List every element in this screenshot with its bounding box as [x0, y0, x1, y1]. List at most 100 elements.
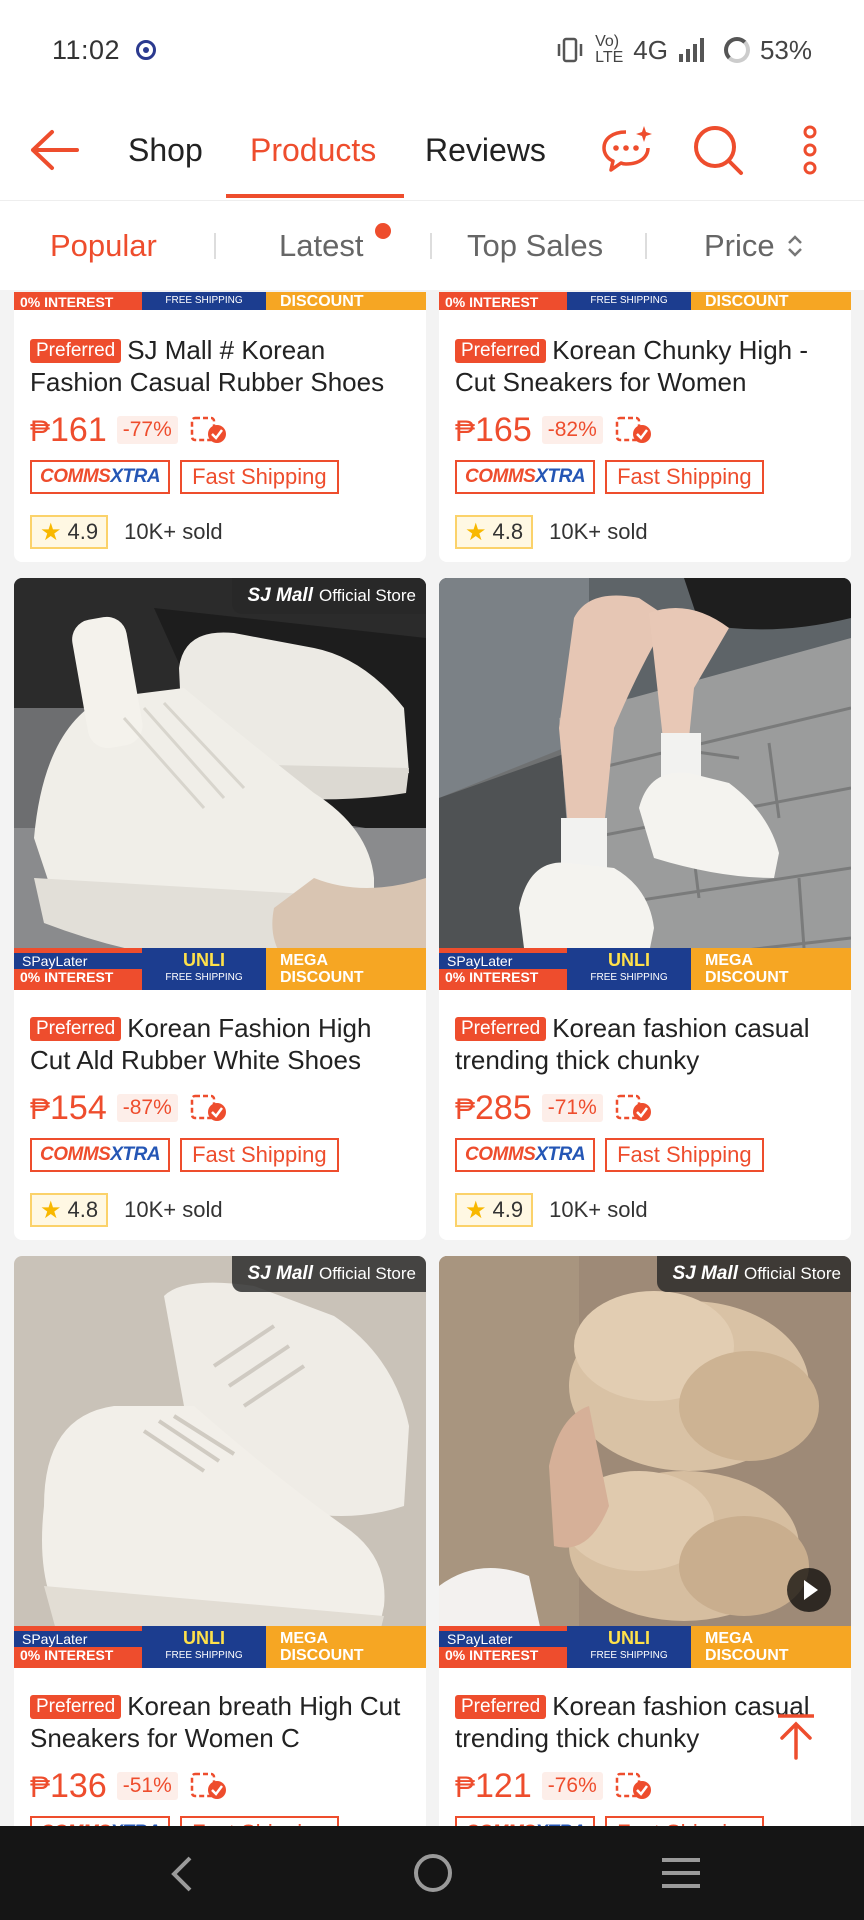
voucher-check-icon — [615, 416, 651, 443]
star-icon: ★ — [465, 1196, 487, 1224]
promo-unli: UNLI FREE SHIPPING — [142, 948, 266, 990]
promo-spaylater: SPayLater 0% INTEREST — [14, 948, 142, 990]
preferred-badge: Preferred — [30, 1017, 122, 1041]
product-title: Preferred Korean fashion casual trending … — [455, 1013, 810, 1075]
voucher-check-icon — [190, 1094, 226, 1121]
discount-badge: -51% — [116, 1772, 178, 1800]
star-icon: ★ — [40, 1196, 62, 1224]
commsxtra-badge: COMMSXTRA — [455, 460, 596, 494]
product-title: Preferred SJ Mall # Korean Fashion Casual… — [30, 335, 385, 397]
fast-shipping-badge: Fast Shipping — [180, 1138, 339, 1172]
promo-banner: SPayLater 0% INTEREST UNLI FREE SHIPPING M… — [14, 1626, 426, 1668]
battery-icon — [723, 37, 750, 63]
voucher-check-icon — [190, 416, 226, 443]
more-options-button[interactable] — [778, 100, 842, 200]
system-home-icon[interactable] — [412, 1852, 454, 1894]
new-indicator-dot — [375, 223, 391, 239]
product-image: SJ Mall Official Store SPayLater 0% INTERE… — [439, 1256, 851, 1668]
rating-row: ★ 4.9 10K+ sold — [30, 514, 410, 550]
discount-badge: -87% — [116, 1094, 178, 1122]
rating-row: ★ 4.8 10K+ sold — [30, 1192, 410, 1228]
rating-row: ★ 4.8 10K+ sold — [455, 514, 835, 550]
tab-products[interactable]: Products — [250, 100, 376, 200]
promo-unli: UNLI FREE SHIPPING — [567, 948, 691, 990]
promo-mega-discount: MEGA DISCOUNT — [266, 1626, 426, 1668]
product-card[interactable]: SJ Mall Official Store SPayLater 0% INTERE… — [14, 578, 426, 1240]
sort-bar: Popular Latest Top Sales Price — [0, 200, 864, 290]
product-title: Preferred Korean Fashion High Cut Ald Rub… — [30, 1013, 372, 1075]
product-card[interactable]: SJ Mall Official Store SPayLater 0% INTERE… — [14, 1256, 426, 1836]
promo-banner: SPayLater 0% INTEREST UNLI FREE SHIPPING M… — [439, 948, 851, 990]
arrow-up-icon — [778, 1714, 814, 1760]
product-info: Preferred Korean Chunky High -Cut Sneaker… — [439, 334, 851, 550]
fast-shipping-badge: Fast Shipping — [180, 460, 339, 494]
system-back-icon[interactable] — [168, 1854, 196, 1894]
white-sneakers-image — [14, 578, 426, 990]
discount-badge: -77% — [116, 416, 178, 444]
product-card[interactable]: 0% INTEREST FREE SHIPPING DISCOUNT Prefe… — [14, 292, 426, 562]
sort-divider — [645, 233, 647, 259]
scroll-to-top-button[interactable] — [766, 1706, 826, 1766]
fast-shipping-badge: Fast Shipping — [605, 460, 764, 494]
sort-divider — [430, 233, 432, 259]
promo-banner: SPayLater 0% INTEREST UNLI FREE SHIPPING M… — [14, 948, 426, 990]
video-play-button[interactable] — [787, 1568, 831, 1612]
sort-latest[interactable]: Latest — [279, 201, 363, 291]
price-row: ₱285 -71% — [455, 1088, 835, 1128]
chat-button[interactable] — [596, 100, 660, 200]
back-arrow-icon — [31, 130, 79, 170]
product-title: Preferred Korean breath High Cut Sneakers… — [30, 1691, 401, 1753]
promo-spaylater: SPayLater 0% INTEREST — [439, 948, 567, 990]
sort-popular[interactable]: Popular — [50, 201, 157, 291]
fur-slippers-image — [439, 1256, 851, 1668]
commsxtra-badge: COMMSXTRA — [30, 1138, 171, 1172]
more-vertical-icon — [803, 125, 817, 175]
promo-spaylater: SPayLater 0% INTEREST — [439, 1626, 567, 1668]
price-row: ₱165 -82% — [455, 410, 835, 450]
product-price: ₱285 — [455, 1088, 532, 1127]
tag-row: COMMSXTRA Fast Shipping — [30, 1138, 410, 1172]
status-bar: 11:02 Vo) LTE 4G 53% — [0, 0, 864, 100]
product-info: Preferred SJ Mall # Korean Fashion Casual… — [14, 334, 426, 550]
preferred-badge: Preferred — [455, 1017, 547, 1041]
system-nav-bar — [0, 1826, 864, 1920]
sold-count: 10K+ sold — [124, 1197, 223, 1222]
back-button[interactable] — [26, 120, 82, 180]
rating-row: ★ 4.9 10K+ sold — [455, 1192, 835, 1228]
system-recents-icon[interactable] — [660, 1856, 702, 1890]
signal-icon — [678, 38, 704, 62]
sort-divider — [214, 233, 216, 259]
star-icon: ★ — [40, 518, 62, 546]
promo-mega-discount: DISCOUNT — [266, 292, 426, 310]
discount-badge: -82% — [541, 416, 603, 444]
rating-badge: ★ 4.8 — [30, 1193, 109, 1227]
price-row: ₱121 -76% — [455, 1766, 835, 1806]
sort-updown-icon — [787, 235, 802, 257]
tab-active-indicator — [226, 194, 404, 198]
product-card[interactable]: 0% INTEREST FREE SHIPPING DISCOUNT Prefe… — [439, 292, 851, 562]
price-row: ₱161 -77% — [30, 410, 410, 450]
product-image: SPayLater 0% INTEREST UNLI FREE SHIPPING M… — [439, 578, 851, 990]
sold-count: 10K+ sold — [549, 1197, 648, 1222]
tab-shop[interactable]: Shop — [128, 100, 203, 200]
star-icon: ★ — [465, 518, 487, 546]
search-button[interactable] — [686, 100, 750, 200]
sort-price[interactable]: Price — [704, 201, 805, 291]
promo-banner: SPayLater 0% INTEREST UNLI FREE SHIPPING M… — [439, 1626, 851, 1668]
tab-reviews[interactable]: Reviews — [425, 100, 546, 200]
voucher-check-icon — [615, 1772, 651, 1799]
discount-badge: -76% — [541, 1772, 603, 1800]
promo-banner: 0% INTEREST FREE SHIPPING DISCOUNT — [14, 292, 426, 310]
product-info: Preferred Korean fashion casual trending … — [439, 1012, 851, 1228]
commsxtra-badge: COMMSXTRA — [30, 460, 171, 494]
promo-mega-discount: MEGA DISCOUNT — [266, 948, 426, 990]
promo-mega-discount: DISCOUNT — [691, 292, 851, 310]
rating-badge: ★ 4.9 — [455, 1193, 534, 1227]
sold-count: 10K+ sold — [124, 519, 223, 544]
sort-top-sales[interactable]: Top Sales — [467, 201, 603, 291]
product-card[interactable]: SPayLater 0% INTEREST UNLI FREE SHIPPING M… — [439, 578, 851, 1240]
product-price: ₱161 — [30, 410, 107, 449]
preferred-badge: Preferred — [30, 1695, 122, 1719]
tag-row: COMMSXTRA Fast Shipping — [455, 1138, 835, 1172]
rating-badge: ★ 4.9 — [30, 515, 109, 549]
